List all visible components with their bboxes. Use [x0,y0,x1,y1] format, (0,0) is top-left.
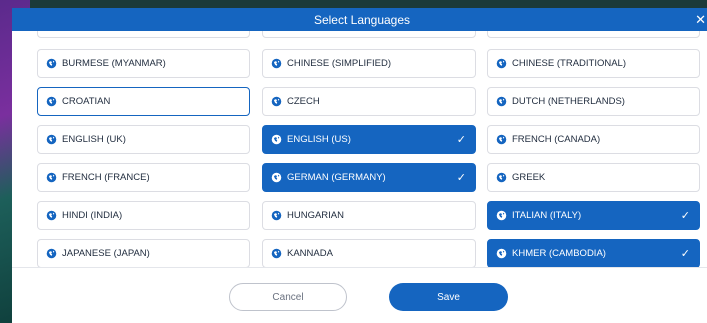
save-button[interactable]: Save [389,283,508,311]
language-option[interactable]: ENGLISH (UK) [37,125,250,154]
language-label: CROATIAN [62,96,111,107]
select-languages-modal: Select Languages ✕ BURMESE (MYANMAR) CHI… [12,8,707,323]
globe-icon [46,58,57,69]
modal-header: Select Languages ✕ [12,8,707,31]
language-option[interactable]: FRENCH (CANADA) [487,125,700,154]
language-option[interactable] [37,31,250,38]
globe-icon [271,58,282,69]
check-icon: ✓ [456,134,466,146]
language-label: CHINESE (TRADITIONAL) [512,58,627,69]
modal-footer: Cancel Save [12,267,707,323]
language-option[interactable]: CROATIAN [37,87,250,116]
language-label: FRENCH (CANADA) [512,134,601,145]
language-label: CHINESE (SIMPLIFIED) [287,58,391,69]
language-option[interactable]: CHINESE (SIMPLIFIED) [262,49,476,78]
language-option[interactable]: ENGLISH (US) ✓ [262,125,476,154]
language-option[interactable]: GREEK [487,163,700,192]
globe-icon [496,96,507,107]
language-label: KHMER (CAMBODIA) [512,248,606,259]
cancel-button[interactable]: Cancel [229,283,347,311]
language-option[interactable]: HINDI (INDIA) [37,201,250,230]
language-option[interactable]: GERMAN (GERMANY) ✓ [262,163,476,192]
modal-title: Select Languages [313,12,411,27]
language-label: ITALIAN (ITALY) [512,210,582,221]
language-label: HINDI (INDIA) [62,210,123,221]
globe-icon [271,172,282,183]
language-label: HUNGARIAN [287,210,345,221]
globe-icon [496,134,507,145]
language-option[interactable]: KHMER (CAMBODIA) ✓ [487,239,700,267]
globe-icon [496,172,507,183]
globe-icon [496,248,507,259]
language-label: KANNADA [287,248,333,259]
language-option[interactable]: DUTCH (NETHERLANDS) [487,87,700,116]
globe-icon [46,210,57,221]
language-option[interactable]: FRENCH (FRANCE) [37,163,250,192]
language-label: BURMESE (MYANMAR) [62,58,166,69]
app-background: Select Languages ✕ BURMESE (MYANMAR) CHI… [0,0,707,323]
language-label: CZECH [287,96,320,107]
language-option[interactable]: JAPANESE (JAPAN) [37,239,250,267]
language-label: ENGLISH (UK) [62,134,126,145]
close-icon[interactable]: ✕ [695,8,706,31]
globe-icon [271,248,282,259]
check-icon: ✓ [680,210,690,222]
language-option[interactable]: CHINESE (TRADITIONAL) [487,49,700,78]
language-label: DUTCH (NETHERLANDS) [512,96,625,107]
globe-icon [271,134,282,145]
language-option[interactable]: KANNADA [262,239,476,267]
globe-icon [496,58,507,69]
globe-icon [271,96,282,107]
language-label: GERMAN (GERMANY) [287,172,386,183]
language-option[interactable] [487,31,700,38]
language-option[interactable]: HUNGARIAN [262,201,476,230]
check-icon: ✓ [456,172,466,184]
globe-icon [46,248,57,259]
language-label: ENGLISH (US) [287,134,351,145]
language-option[interactable]: BURMESE (MYANMAR) [37,49,250,78]
check-icon: ✓ [680,248,690,260]
language-option[interactable]: ITALIAN (ITALY) ✓ [487,201,700,230]
globe-icon [271,210,282,221]
language-option[interactable]: CZECH [262,87,476,116]
globe-icon [46,96,57,107]
globe-icon [46,134,57,145]
language-option[interactable] [262,31,476,38]
globe-icon [46,172,57,183]
language-label: FRENCH (FRANCE) [62,172,150,183]
globe-icon [496,210,507,221]
language-label: GREEK [512,172,546,183]
language-grid: BURMESE (MYANMAR) CHINESE (SIMPLIFIED) C… [12,31,707,267]
language-label: JAPANESE (JAPAN) [62,248,150,259]
